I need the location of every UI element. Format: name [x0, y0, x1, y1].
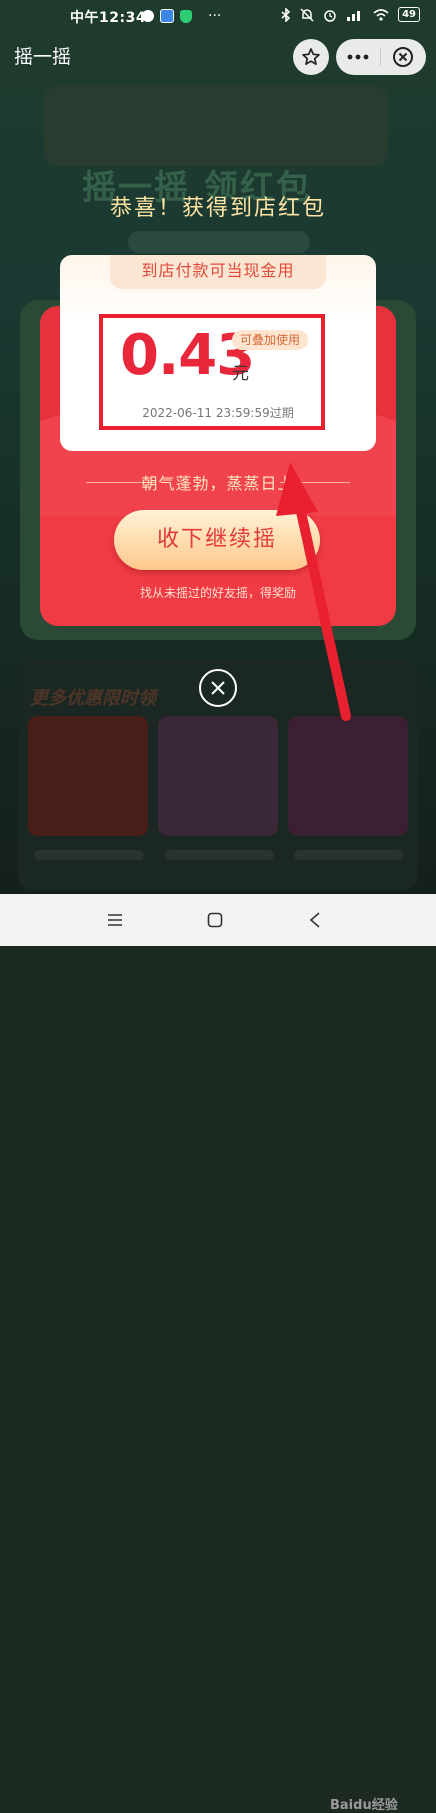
invite-tip: 找从未摇过的好友摇，得奖励: [139, 586, 296, 600]
coupon-headline: 到店付款可当现金用: [110, 255, 326, 289]
wifi-icon: [373, 8, 389, 21]
alarm-icon: [324, 9, 336, 22]
nav-menu-button[interactable]: [99, 904, 131, 936]
favorite-button[interactable]: [293, 39, 329, 75]
background-offer-thumb: [28, 716, 148, 836]
close-icon: [211, 681, 225, 695]
background-offer-caption: [34, 850, 144, 860]
nav-back-button[interactable]: [299, 904, 331, 936]
nav-home-button[interactable]: [199, 904, 231, 936]
background-offer-thumb: [288, 716, 408, 836]
close-popup-button[interactable]: [199, 669, 237, 707]
background-offer-caption: [164, 850, 274, 860]
menu-icon: [108, 914, 122, 926]
system-navigation-bar: Baidu经验: [0, 894, 436, 1813]
status-notification-icons: ···: [142, 8, 221, 24]
page-title: 摇一摇: [14, 46, 72, 68]
more-options-button[interactable]: [336, 39, 380, 75]
star-icon: [302, 48, 320, 66]
annotation-highlight-box: [99, 314, 325, 430]
notification-dot-icon: [142, 10, 154, 22]
mini-program-capsule: [336, 39, 426, 75]
status-system-icons: 49: [281, 7, 420, 22]
back-chevron-icon: [309, 912, 320, 928]
close-mini-program-button[interactable]: [381, 39, 425, 75]
background-top-card: [44, 86, 388, 166]
status-bar: 中午12:34 ··· 49: [0, 0, 436, 32]
background-subtitle-pill: [128, 231, 310, 253]
signal-icon: [347, 10, 361, 21]
app-notification-icon: [160, 9, 174, 23]
battery-indicator: 49: [398, 7, 420, 22]
slogan-divider: [280, 482, 350, 483]
shield-icon: [180, 9, 192, 23]
background-section-title: 更多优惠限时领: [30, 688, 156, 709]
background-offer-caption: [294, 850, 404, 860]
more-dots-icon: [347, 54, 369, 60]
close-circle-icon: [393, 47, 413, 67]
mute-bell-icon: [300, 7, 314, 22]
mini-program-header: 摇一摇: [0, 32, 436, 78]
bluetooth-icon: [281, 7, 291, 22]
congrats-title: 恭喜！获得到店红包: [109, 196, 326, 221]
background-offer-thumb: [158, 716, 278, 836]
collect-continue-button[interactable]: 收下继续摇: [114, 510, 320, 570]
status-time: 中午12:34: [70, 10, 147, 26]
home-square-icon: [207, 912, 223, 928]
more-notifications-icon: ···: [208, 8, 222, 24]
baidu-watermark: Baidu经验: [330, 1798, 398, 1813]
